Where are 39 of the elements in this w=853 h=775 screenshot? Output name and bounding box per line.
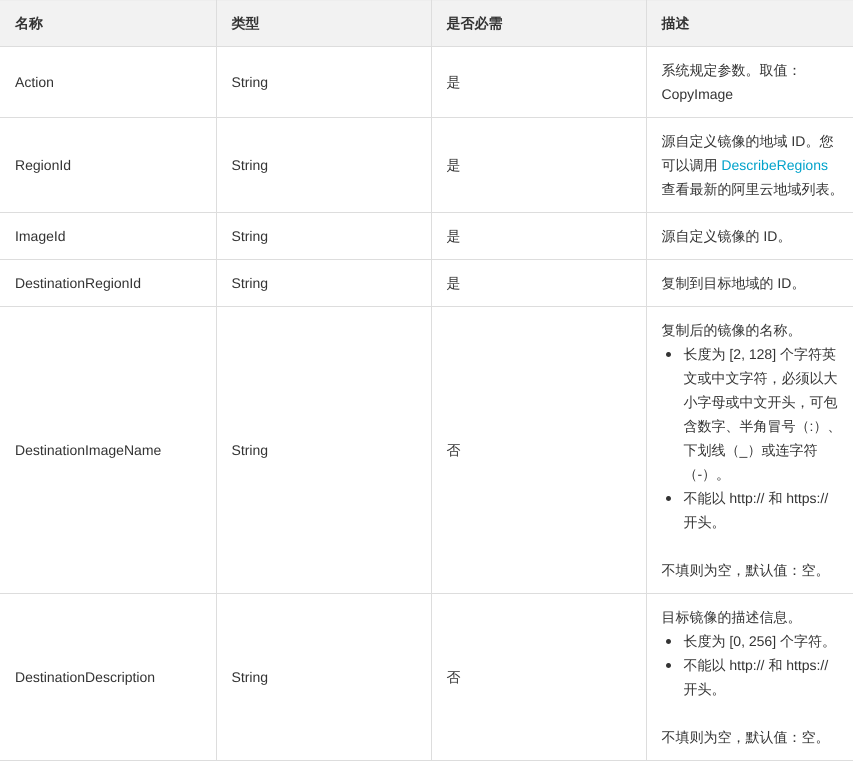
column-header: 名称 (0, 0, 216, 46)
param-name: Action (15, 74, 54, 90)
bullet-icon (666, 496, 670, 501)
param-type: String (232, 275, 268, 291)
param-name: DestinationImageName (15, 442, 162, 458)
description-text: 源自定义镜像的地域 ID。您可以调用 DescribeRegions 查看最新的阿里云地域列表。 (662, 132, 844, 199)
required-value: 否 (446, 669, 460, 685)
param-name: RegionId (15, 157, 72, 173)
required-value: 否 (446, 442, 460, 458)
column-header: 描述 (646, 0, 853, 46)
bullet-icon (666, 352, 670, 357)
description-text: 不填则为空，默认值：空。 (662, 728, 830, 747)
required-value: 是 (446, 74, 460, 90)
param-name: DestinationDescription (15, 669, 156, 685)
list-item-text: 长度为 [0, 256] 个字符。 (684, 632, 836, 651)
api-link[interactable]: DescribeRegions (721, 157, 828, 173)
description-text: 系统规定参数。取值：CopyImage (662, 61, 802, 104)
column-header: 类型 (216, 0, 431, 46)
param-type: String (232, 669, 268, 685)
description-text: 复制后的镜像的名称。 (662, 321, 802, 340)
list-item-text: 长度为 [2, 128] 个字符英文或中文字符，必须以大小字母或中文开头，可包含数字、半角冒号（:）、下划线（_）或连字符（-）。 (684, 345, 842, 484)
description-text: 源自定义镜像的 ID。 (662, 227, 792, 246)
description-text: 复制到目标地域的 ID。 (662, 274, 806, 293)
list-item-text: 不能以 http:// 和 https:// 开头。 (684, 489, 830, 532)
required-value: 是 (446, 275, 460, 291)
bullet-icon (666, 663, 670, 668)
description-text: 不填则为空，默认值：空。 (662, 561, 830, 580)
param-type: String (232, 157, 268, 173)
list-item-text: 不能以 http:// 和 https:// 开头。 (684, 656, 830, 699)
required-value: 是 (446, 228, 460, 244)
param-type: String (232, 228, 268, 244)
description-text: 目标镜像的描述信息。 (662, 608, 802, 627)
bullet-icon (666, 639, 670, 644)
param-name: DestinationRegionId (15, 275, 142, 291)
column-header: 是否必需 (431, 0, 646, 46)
param-name: ImageId (15, 228, 66, 244)
param-type: String (232, 74, 268, 90)
param-type: String (232, 442, 268, 458)
required-value: 是 (446, 157, 460, 173)
